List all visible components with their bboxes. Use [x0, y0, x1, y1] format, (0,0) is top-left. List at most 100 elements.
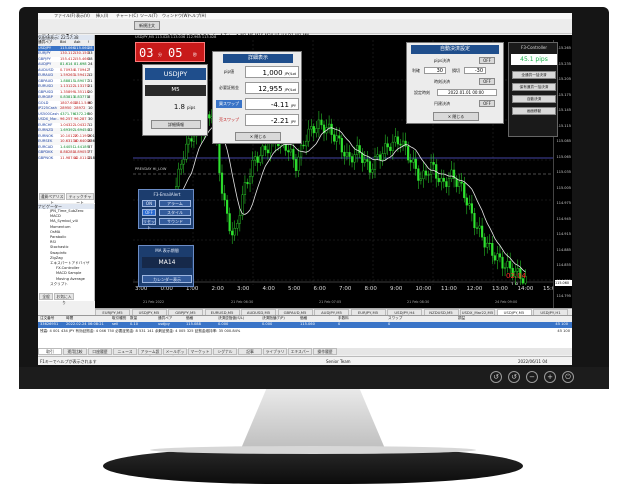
email-alarm-button[interactable]: アラーム — [159, 200, 191, 207]
candle-body — [248, 176, 252, 185]
terminal-column-header[interactable]: 価格 — [300, 316, 307, 321]
tree-item[interactable]: スクリプト — [38, 282, 94, 287]
tab-symbol-list[interactable]: 通貨ペアリスト — [39, 193, 65, 205]
auto-close-title: 自動決済設定 — [411, 45, 499, 54]
candle-body — [330, 123, 333, 135]
terminal-tab[interactable]: ライブラリ — [263, 348, 287, 355]
terminal-column-header[interactable]: 手数料 — [338, 316, 349, 321]
terminal-tab[interactable]: 操作履歴 — [313, 348, 337, 355]
terminal-column-header[interactable]: 通貨ペア — [158, 316, 172, 321]
auto-close-close-button[interactable]: ✕ 閉じる — [433, 112, 479, 121]
terminal-tab[interactable]: 記事 — [238, 348, 262, 355]
menu-insert[interactable]: 挿入(I) — [96, 13, 108, 18]
time-axis: 3:00 0:00 1:00 2:00 3:00 4:00 5:00 6:00 7:00 8:00… — [133, 285, 559, 308]
close-all-currencies-button[interactable]: 全通貨一括決済 — [512, 71, 556, 79]
menu-tools[interactable]: ツール(T) — [140, 13, 158, 18]
candle-body — [493, 255, 496, 261]
tab-common[interactable]: 全般 — [39, 293, 53, 300]
new-order-button[interactable]: 新規注文 — [134, 21, 160, 30]
table-row[interactable]: 33626951 2022.02.24 06:08:21 sell 0.10 usdjp… — [38, 322, 572, 328]
candle-body — [488, 242, 491, 244]
detail-display-panel: 詳細表示 pip値 1,000 JPY/Lot 必要証拠金 12,955 JPY/Lot 買… — [212, 51, 302, 144]
list-item[interactable]: GBPNOK 11.9874412.01102218 — [38, 155, 95, 161]
terminal-tab[interactable]: マーケット — [188, 348, 212, 355]
candle-body — [399, 143, 402, 146]
terminal-column-header[interactable]: 決済指値(T/P) — [262, 316, 285, 321]
terminal-column-header[interactable]: 数量 — [130, 316, 137, 321]
email-reset-button[interactable]: リセット — [142, 218, 156, 230]
terminal-column-header[interactable]: スワップ — [388, 316, 402, 321]
terminal-column-header[interactable]: 決済逆指値(S/L) — [218, 316, 244, 321]
time-tick-label: 5:00 — [288, 286, 301, 292]
candle-body — [302, 144, 305, 147]
candle-body — [503, 267, 507, 269]
terminal-tab[interactable]: 口座履歴 — [88, 348, 112, 355]
mw-bid: 11.98744 — [60, 155, 78, 160]
monitor-plus-button-icon[interactable]: + — [544, 371, 556, 383]
detail-close-button[interactable]: ✕ 閉じる — [235, 132, 281, 141]
countdown-minutes: 03 — [139, 46, 154, 60]
tab-tick-chart[interactable]: ティックチャート — [66, 193, 94, 205]
pips-close-toggle[interactable]: OFF — [479, 57, 495, 64]
set-time-input[interactable]: 2022.01.01 00:00 — [437, 89, 497, 96]
time-tick-label: 8:00 — [364, 286, 377, 292]
detail-info-button[interactable]: 詳細情報 — [151, 120, 201, 129]
mw-ask: 12.01102 — [74, 155, 92, 160]
candle-body — [294, 159, 298, 171]
terminal-tab[interactable]: 運用比較 — [63, 348, 87, 355]
terminal-column-header[interactable]: 注文番号 — [40, 316, 54, 321]
time-tick-label: 12:00 — [466, 286, 483, 292]
date-tick-label: 21 Feb 08:30 — [407, 300, 430, 304]
terminal-tab[interactable]: メールボックス — [163, 348, 187, 360]
candle-body — [225, 199, 229, 214]
time-close-toggle[interactable]: OFF — [479, 78, 495, 85]
candle-body — [259, 155, 262, 163]
terminal-tab[interactable]: シグナル — [213, 348, 237, 355]
trade-symbol: usdjpy — [158, 322, 170, 326]
menu-help[interactable]: ヘルプ(H) — [188, 13, 206, 18]
detail-row-value: -2.21 — [270, 117, 289, 125]
market-watch-rows: USDJPY 115.066115.06028 EURJPY 130.112130.1… — [38, 45, 95, 161]
candle-body — [254, 156, 257, 161]
candle-body — [498, 253, 502, 258]
monitor-minus-button-icon[interactable]: − — [526, 371, 538, 383]
candle-body — [338, 135, 341, 139]
menu-view[interactable]: 表示(V) — [76, 13, 90, 18]
trade-time: 2022.02.24 06:08:21 — [66, 322, 104, 326]
menu-chart[interactable]: チャート(C) — [116, 13, 138, 18]
calendar-display-button[interactable]: カレンダー表示 — [142, 275, 192, 283]
candle-body — [264, 145, 267, 151]
terminal-tab[interactable]: アラーム設定 — [138, 348, 162, 360]
candle-body — [190, 138, 193, 142]
candle-body — [481, 225, 484, 238]
email-sound-button[interactable]: サウンド — [159, 218, 191, 225]
tab-favorites[interactable]: お気に入り — [54, 293, 74, 305]
candle-body — [437, 178, 440, 183]
close-held-currencies-button[interactable]: 保有通貨一括決済 — [512, 83, 556, 91]
candle-body — [327, 123, 331, 128]
terminal-column-header[interactable]: 取引種別 — [112, 316, 126, 321]
monitor-power-button-icon[interactable]: ⏻ — [562, 371, 574, 383]
terminal-tab[interactable]: エキスパート — [288, 348, 312, 360]
auto-close-button[interactable]: 自動決済 — [512, 95, 556, 103]
take-profit-input[interactable]: 30 — [424, 67, 446, 74]
candle-body — [297, 156, 300, 171]
stop-loss-input[interactable]: -30 — [464, 67, 486, 74]
menu-window[interactable]: ウィンドウ(W) — [162, 13, 189, 18]
monitor-menu-button-icon[interactable]: ↺ — [508, 371, 520, 383]
terminal-column-header[interactable]: 損益 — [458, 316, 465, 321]
yen-close-toggle[interactable]: OFF — [479, 100, 495, 107]
terminal-tab[interactable]: ニュース — [113, 348, 137, 355]
email-style-button[interactable]: スタイル — [159, 209, 191, 216]
terminal-column-header[interactable]: 時間 — [66, 316, 73, 321]
toolbar-icons-right[interactable]: ▮ ▯ ◔ ⊕ ⊖ ▥ ◫ ↕ ⌗ ✎ ╱ ≡ A T ✦ ▾ ⬍ M1 M5 … — [168, 22, 468, 38]
menu-file[interactable]: ファイル(F) — [54, 13, 75, 18]
monitor-input-button-icon[interactable]: ↺ — [490, 371, 502, 383]
price-tick-label: 114.945 — [556, 216, 571, 221]
terminal-column-header[interactable]: 価格 — [186, 316, 193, 321]
screen-move-button[interactable]: 画面移動 — [512, 107, 556, 115]
detail-display-title: 詳細表示 — [223, 54, 293, 63]
terminal-tab[interactable]: 取引 — [38, 348, 62, 355]
email-off-button[interactable]: OFF — [142, 209, 156, 216]
email-on-button[interactable]: ON — [142, 200, 156, 207]
